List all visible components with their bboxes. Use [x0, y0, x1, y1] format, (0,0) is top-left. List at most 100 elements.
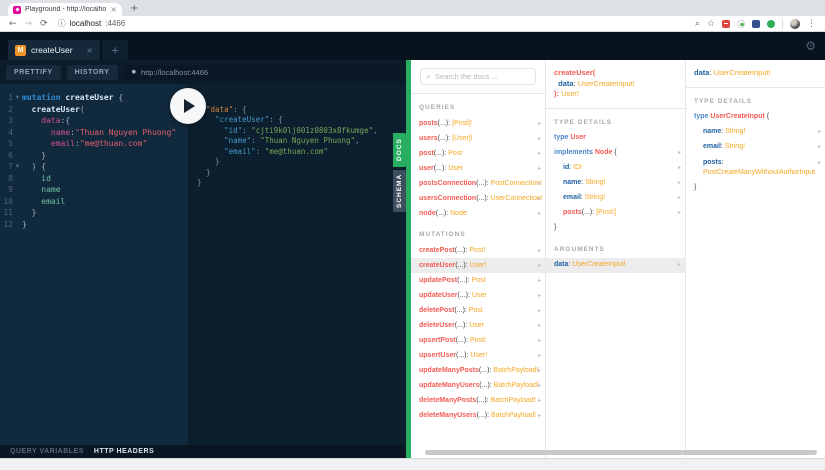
- field-type: User: [472, 292, 487, 299]
- doc-item-upsertPost[interactable]: upsertPost(...): Post!▸: [411, 333, 545, 348]
- token: :: [251, 136, 260, 145]
- schema-tab[interactable]: SCHEMA: [393, 170, 406, 212]
- code-text: "name": "Thuan Nguyen Phuong",: [197, 136, 360, 147]
- session-tab-label: createUser: [31, 45, 81, 55]
- token: String!: [725, 143, 745, 150]
- extension-blue-icon[interactable]: [752, 20, 760, 28]
- browser-new-tab-button[interactable]: +: [130, 3, 138, 14]
- doc-row[interactable]: email: String!▸: [546, 191, 685, 206]
- doc-item-deleteManyPosts[interactable]: deleteManyPosts(...): BatchPayload!▸: [411, 393, 545, 408]
- extension-circle-icon[interactable]: [737, 20, 745, 28]
- graphql-playground: M createUser × + ⚙ PRETTIFY HISTORY ● ht…: [0, 32, 825, 458]
- search-icon: ⌕: [426, 72, 431, 82]
- field-args: (...):: [438, 120, 452, 127]
- playground-new-tab-button[interactable]: +: [102, 40, 128, 60]
- url-host: localhost: [70, 19, 102, 28]
- history-button[interactable]: HISTORY: [67, 65, 118, 80]
- window-bottom-strip: [0, 458, 825, 470]
- doc-item-post[interactable]: post(...): Post▸: [411, 146, 545, 161]
- doc-row[interactable]: email: String!▸: [686, 140, 825, 155]
- doc-item-usersConnection[interactable]: usersConnection(...): UserConnection!▸: [411, 191, 545, 206]
- docs-field-column: createUser( data: UserCreateInput!): Use…: [545, 60, 685, 458]
- doc-item-postsConnection[interactable]: postsConnection(...): PostConnection!▸: [411, 176, 545, 191]
- doc-item-updatePost[interactable]: updatePost(...): Post▸: [411, 273, 545, 288]
- editor-line: 4 name:"Thuan Nguyen Phuong": [0, 127, 188, 139]
- doc-item-updateUser[interactable]: updateUser(...): User▸: [411, 288, 545, 303]
- doc-row[interactable]: posts: PostCreateManyWithoutAuthorInput▸: [686, 155, 825, 181]
- chevron-right-icon: ▸: [538, 322, 541, 330]
- doc-item-posts[interactable]: posts(...): [Post]!▸: [411, 116, 545, 131]
- doc-row[interactable]: name: String!▸: [686, 125, 825, 140]
- token: {: [765, 113, 769, 120]
- argument-header: data: UserCreateInput!: [686, 60, 825, 88]
- doc-row[interactable]: id: ID!▸: [546, 161, 685, 176]
- reload-icon[interactable]: ⟳: [40, 19, 48, 29]
- url-port: :4466: [105, 19, 125, 28]
- response-viewer: ▪{▪ "data": {▪ "createUser": { "id": "cj…: [188, 84, 406, 445]
- token: "me@thuan.com": [265, 147, 328, 156]
- docs-horizontal-scrollbar[interactable]: [425, 450, 817, 455]
- http-headers-tab[interactable]: HTTP HEADERS: [94, 448, 154, 455]
- field-type: User!: [470, 352, 487, 359]
- line-number: 11: [0, 207, 13, 219]
- doc-item-createUser[interactable]: createUser(...): User!▸: [411, 258, 545, 273]
- endpoint-input[interactable]: ● http://localhost:4466: [124, 65, 400, 80]
- browser-menu-icon[interactable]: ⋮: [807, 19, 816, 29]
- code-text: "createUser": {: [197, 115, 283, 126]
- editor-line: 10 email: [0, 196, 188, 208]
- docs-panel: ⌕ QUERIESposts(...): [Post]!▸users(...):…: [411, 60, 825, 458]
- search-input[interactable]: [435, 72, 530, 81]
- info-icon[interactable]: ⓘ: [58, 18, 66, 29]
- doc-row[interactable]: data: UserCreateInput!▸: [546, 258, 685, 273]
- forward-icon[interactable]: →: [25, 19, 33, 29]
- doc-item-updateManyUsers[interactable]: updateManyUsers(...): BatchPayload!▸: [411, 378, 545, 393]
- doc-item-createPost[interactable]: createPost(...): Post!▸: [411, 243, 545, 258]
- back-icon[interactable]: ←: [9, 19, 17, 29]
- address-bar[interactable]: ⓘ localhost:4466: [58, 18, 126, 29]
- line-number: 2: [0, 104, 13, 116]
- token: email: [51, 139, 75, 148]
- chevron-right-icon: ▸: [538, 277, 541, 285]
- doc-item-user[interactable]: user(...): User▸: [411, 161, 545, 176]
- token: data: [694, 68, 709, 77]
- chevron-right-icon: ▸: [678, 209, 681, 217]
- prettify-button[interactable]: PRETTIFY: [6, 65, 61, 80]
- doc-item-updateManyPosts[interactable]: updateManyPosts(...): BatchPayload!▸: [411, 363, 545, 378]
- execute-query-button[interactable]: [170, 88, 206, 124]
- bookmark-star-icon[interactable]: ☆: [707, 19, 715, 29]
- doc-item-deleteManyUsers[interactable]: deleteManyUsers(...): BatchPayload!▸: [411, 408, 545, 423]
- doc-item-deleteUser[interactable]: deleteUser(...): User▸: [411, 318, 545, 333]
- code-text: name:"Thuan Nguyen Phuong": [22, 127, 176, 139]
- query-variables-tab[interactable]: QUERY VARIABLES: [10, 448, 84, 455]
- code-text: createUser(: [22, 104, 85, 116]
- doc-row[interactable]: implements Node {▸: [546, 146, 685, 161]
- session-tab[interactable]: M createUser ×: [8, 40, 100, 60]
- line-number: 12: [0, 219, 13, 231]
- doc-row: }: [546, 221, 685, 236]
- zoom-icon[interactable]: ⌕: [695, 19, 700, 29]
- search-box[interactable]: ⌕: [420, 68, 536, 85]
- token: "Thuan Nguyen Phuong": [260, 136, 355, 145]
- doc-item-node[interactable]: node(...): Node▸: [411, 206, 545, 221]
- token: }: [22, 208, 36, 217]
- profile-avatar[interactable]: [790, 19, 800, 29]
- chevron-right-icon: ▸: [538, 307, 541, 315]
- extension-red-icon[interactable]: [722, 20, 730, 28]
- doc-row[interactable]: posts(...): [Post!]▸: [546, 206, 685, 221]
- doc-item-upsertUser[interactable]: upsertUser(...): User!▸: [411, 348, 545, 363]
- doc-item-deletePost[interactable]: deletePost(...): Post▸: [411, 303, 545, 318]
- docs-tab[interactable]: DOCS: [393, 133, 406, 167]
- settings-gear-icon[interactable]: ⚙: [805, 39, 816, 53]
- doc-row[interactable]: name: String!▸: [546, 176, 685, 191]
- tab-close-icon[interactable]: ×: [110, 5, 117, 14]
- field-type: UserConnection!: [491, 195, 543, 202]
- line-number: 9: [0, 184, 13, 196]
- query-editor[interactable]: 1▾mutation createUser {2 createUser(3 da…: [0, 84, 188, 445]
- extension-green-icon[interactable]: [767, 20, 775, 28]
- session-tab-close-icon[interactable]: ×: [86, 46, 93, 55]
- doc-item-users[interactable]: users(...): [User]!▸: [411, 131, 545, 146]
- token: UserCreateInput!: [714, 68, 771, 77]
- token: [22, 139, 51, 148]
- browser-tab[interactable]: Playground - http://localhost:4466 ×: [8, 3, 122, 16]
- playground-favicon-icon: [13, 6, 21, 14]
